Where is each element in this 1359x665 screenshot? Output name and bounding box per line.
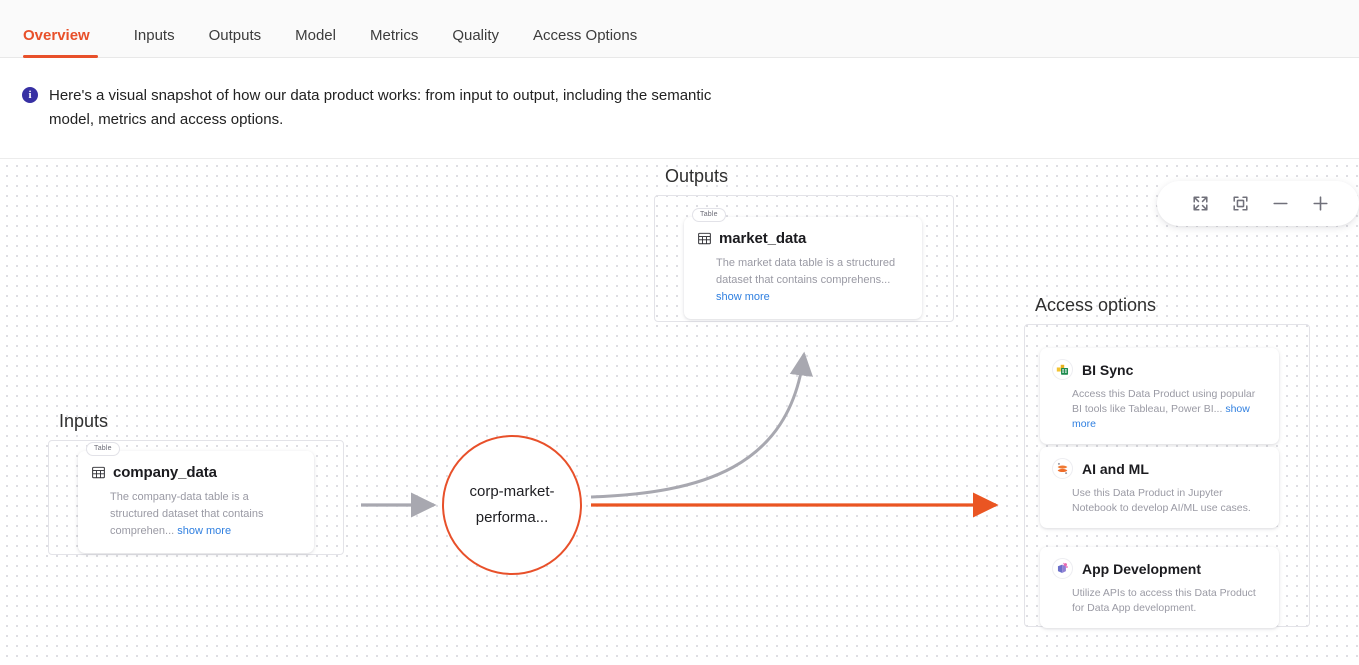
tab-label: Inputs [133, 27, 175, 44]
node-description-text: The market data table is a structured da… [716, 257, 896, 286]
access-card-app-development[interactable]: App Development Utilize APIs to access t… [1040, 547, 1279, 628]
access-card-bi-sync[interactable]: BI Sync Access this Data Product using p… [1040, 348, 1279, 444]
canvas-toolbar [1157, 181, 1359, 226]
tab-label: Access Options [533, 27, 638, 44]
access-card-title: AI and ML [1082, 460, 1149, 477]
node-data-product-label: corp-market-performa... [469, 483, 555, 526]
node-title: market_data [719, 230, 807, 247]
access-card-title: BI Sync [1082, 361, 1134, 378]
info-banner-text: Here's a visual snapshot of how our data… [49, 87, 712, 128]
fit-to-screen-button[interactable] [1223, 187, 1257, 221]
tab-access-options[interactable]: Access Options [516, 28, 654, 57]
fit-to-screen-icon [1232, 196, 1248, 211]
tab-label: Outputs [208, 27, 262, 44]
node-description: The market data table is a structured da… [716, 255, 908, 306]
tab-metrics[interactable]: Metrics [353, 28, 435, 57]
group-inputs-title: Inputs [59, 411, 109, 431]
group-access-options-title: Access options [1035, 295, 1157, 315]
info-icon: i [22, 87, 38, 103]
node-type-badge: Table [692, 208, 726, 222]
info-banner: i Here's a visual snapshot of how our da… [0, 58, 1359, 158]
tab-inputs[interactable]: Inputs [117, 28, 192, 57]
fullscreen-icon [1192, 196, 1208, 211]
node-header: market_data [698, 230, 908, 247]
access-card-description-text: Use this Data Product in Jupyter Noteboo… [1072, 487, 1251, 514]
zoom-in-button[interactable] [1303, 187, 1337, 221]
tab-label: Model [295, 27, 336, 44]
zoom-out-button[interactable] [1263, 187, 1297, 221]
show-more-link[interactable]: show more [177, 525, 231, 537]
access-card-description: Utilize APIs to access this Data Product… [1072, 586, 1266, 616]
access-card-header: App Development [1052, 558, 1266, 579]
node-description: The company-data table is a structured d… [110, 489, 300, 540]
table-icon [92, 466, 105, 479]
tab-overview[interactable]: Overview [23, 27, 107, 58]
zoom-in-icon [1312, 196, 1328, 211]
tab-label: Metrics [369, 27, 419, 44]
show-more-link[interactable]: show more [716, 291, 770, 303]
fullscreen-button[interactable] [1183, 187, 1217, 221]
ai-ml-jupyter-icon [1052, 458, 1073, 479]
access-card-description: Access this Data Product using popular B… [1072, 387, 1266, 432]
model-to-output-edge [590, 351, 813, 499]
access-card-description: Use this Data Product in Jupyter Noteboo… [1072, 486, 1266, 516]
access-card-description-text: Utilize APIs to access this Data Product… [1072, 587, 1256, 614]
table-icon [698, 232, 711, 245]
node-data-product-circle[interactable]: corp-market-performa... [442, 435, 582, 575]
tab-label: Quality [452, 27, 500, 44]
group-outputs-title: Outputs [665, 166, 729, 186]
tab-bar: Overview Inputs Outputs Model Metrics Qu… [0, 0, 1359, 58]
node-type-badge: Table [86, 442, 120, 456]
access-card-header: BI Sync [1052, 359, 1266, 380]
access-card-ai-and-ml[interactable]: AI and ML Use this Data Product in Jupyt… [1040, 447, 1279, 528]
node-market-data[interactable]: Table market_data The market data table … [684, 208, 922, 319]
bi-sync-icon [1052, 359, 1073, 380]
access-card-header: AI and ML [1052, 458, 1266, 479]
node-company-data[interactable]: Table company_data The company-data tabl… [78, 442, 314, 553]
tab-quality[interactable]: Quality [435, 28, 516, 57]
node-header: company_data [92, 464, 300, 481]
tab-label: Overview [23, 27, 90, 44]
tab-outputs[interactable]: Outputs [192, 28, 279, 57]
tab-model[interactable]: Model [278, 28, 353, 57]
access-card-title: App Development [1082, 560, 1202, 577]
diagram-canvas[interactable]: Inputs Table company_data The company-da… [0, 158, 1359, 665]
node-title: company_data [113, 464, 217, 481]
zoom-out-icon [1272, 202, 1288, 205]
app-development-icon [1052, 558, 1073, 579]
